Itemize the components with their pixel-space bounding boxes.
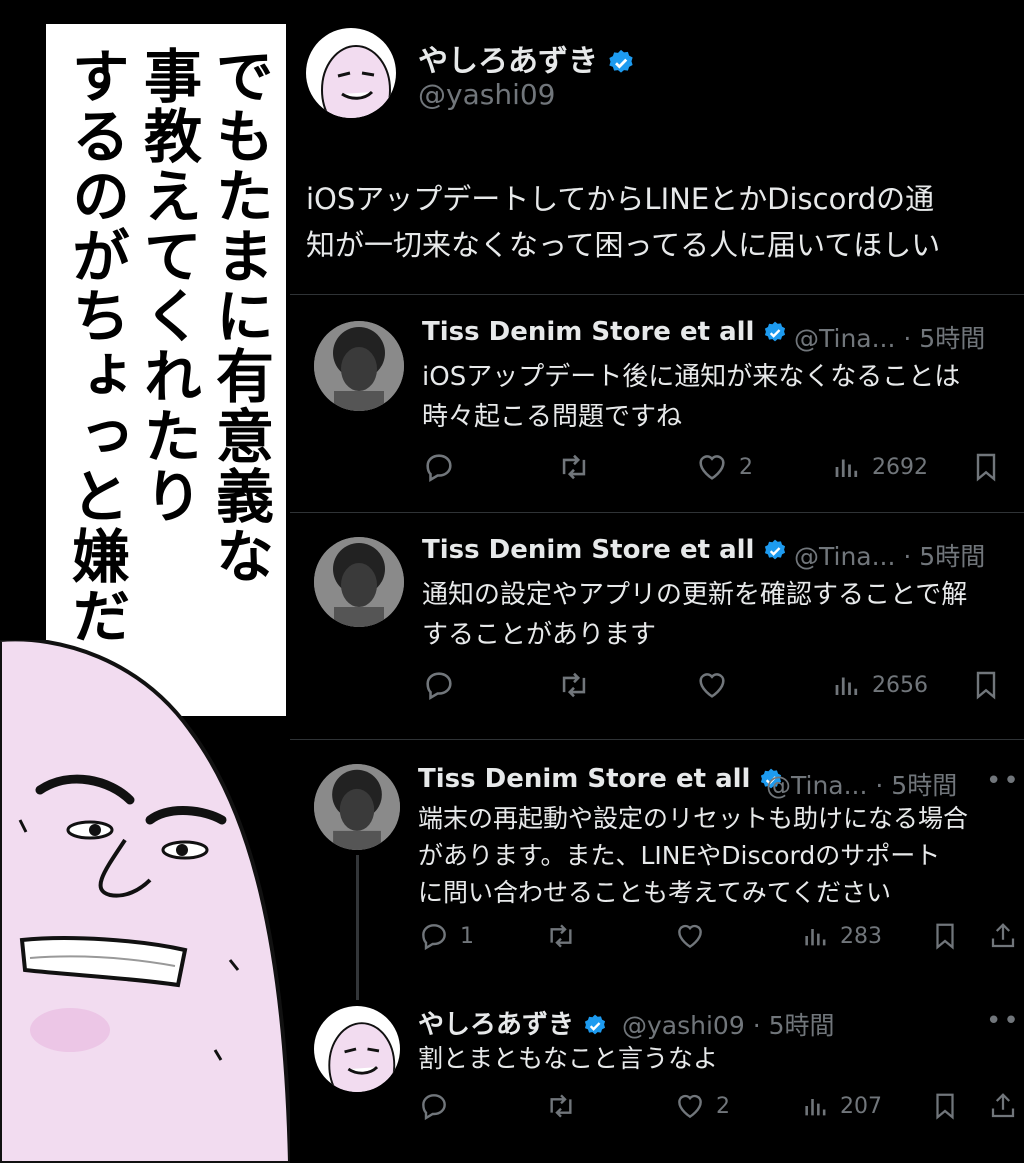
bookmark-button[interactable]: [970, 450, 1002, 484]
like-button[interactable]: 2: [674, 1090, 730, 1122]
like-button[interactable]: [674, 920, 716, 952]
bookmark-icon: [976, 453, 996, 482]
repost-icon: [562, 454, 586, 480]
like-icon: [699, 455, 725, 480]
views-icon: [805, 929, 826, 946]
views-icon: [835, 677, 858, 695]
like-icon: [699, 673, 725, 698]
bookmark-icon: [976, 671, 996, 700]
reply-text: 端末の再起動や設定のリセットも助けになる場合 があります。また、LINEやDis…: [418, 804, 969, 907]
verified-badge-icon: [765, 321, 786, 341]
share-button[interactable]: [988, 1090, 1018, 1122]
author-name[interactable]: やしろあずき: [418, 36, 636, 80]
verified-badge-icon: [584, 1014, 606, 1034]
bookmark-button[interactable]: [970, 668, 1002, 702]
reply-1[interactable]: Tiss Denim Store et all @Tina... · 5時間 i…: [290, 295, 1024, 513]
reply-icon: [426, 672, 452, 701]
views-button[interactable]: 207: [802, 1090, 882, 1122]
like-icon: [678, 924, 702, 949]
main-post: やしろあずき @yashi09 iOSアップデートしてからLINEとかDisco…: [290, 0, 1024, 295]
repost-button[interactable]: [544, 1090, 578, 1122]
verified-badge-icon: [765, 539, 786, 559]
avatar[interactable]: [314, 321, 404, 411]
bookmark-icon: [936, 1093, 954, 1120]
repost-button[interactable]: [556, 668, 592, 702]
reply-icon: [422, 1094, 446, 1121]
reply-icon: [426, 454, 452, 483]
character-illustration: [0, 640, 293, 1163]
repost-icon: [550, 924, 572, 948]
reply-3[interactable]: Tiss Denim Store et all @Tina... · 5時間 •…: [290, 740, 1024, 990]
views-icon: [835, 459, 858, 477]
reply-author-name[interactable]: Tiss Denim Store et all: [418, 764, 784, 794]
reply-text: iOSアップデート後に通知が来なくなることは 時々起こる問題ですね: [422, 362, 961, 432]
reply-button[interactable]: [418, 1090, 460, 1122]
avatar[interactable]: [314, 1006, 400, 1092]
like-button[interactable]: 2: [695, 450, 753, 484]
reply-author-name[interactable]: やしろあずき: [418, 1004, 608, 1041]
views-button[interactable]: 2656: [832, 668, 928, 702]
like-icon: [678, 1094, 702, 1119]
reply-button[interactable]: 1: [418, 920, 474, 952]
views-icon: [805, 1099, 826, 1116]
comic-caption: でもたまに有意義な 事教えてくれたり するのがちょっと嫌だ: [44, 22, 288, 718]
reply-author-name[interactable]: Tiss Denim Store et all: [422, 317, 788, 347]
post-text: iOSアップデートしてからLINEとかDiscordの通 知が一切来なくなって困…: [306, 182, 941, 262]
views-button[interactable]: 2692: [832, 450, 928, 484]
reply-meta[interactable]: @yashi09 · 5時間: [622, 1006, 835, 1042]
reply-button[interactable]: [422, 668, 466, 702]
reply-text: 通知の設定やアプリの更新を確認することで解 することがあります: [422, 580, 968, 650]
reply-author-name[interactable]: Tiss Denim Store et all: [422, 535, 788, 565]
avatar[interactable]: [314, 764, 400, 850]
repost-icon: [550, 1094, 572, 1118]
more-icon[interactable]: •••: [986, 1006, 1024, 1036]
reply-text: 割とまともなこと言うなよ: [418, 1044, 719, 1073]
bookmark-icon: [936, 923, 954, 950]
author-handle[interactable]: @yashi09: [418, 78, 555, 111]
more-icon[interactable]: •••: [986, 766, 1024, 796]
share-button[interactable]: [988, 920, 1018, 952]
reply-2[interactable]: Tiss Denim Store et all @Tina... · 5時間 通…: [290, 513, 1024, 740]
reply-meta[interactable]: @Tina... · 5時間: [794, 319, 985, 355]
repost-button[interactable]: [556, 450, 592, 484]
verified-badge-icon: [609, 49, 633, 73]
reply-4[interactable]: やしろあずき @yashi09 · 5時間 ••• 割とまともなこと言うなよ 2…: [290, 992, 1024, 1163]
like-button[interactable]: [695, 668, 739, 702]
reply-button[interactable]: [422, 450, 466, 484]
views-button[interactable]: 283: [802, 920, 882, 952]
bookmark-button[interactable]: [930, 920, 960, 952]
repost-icon: [562, 672, 586, 698]
share-icon: [991, 923, 1015, 948]
share-icon: [991, 1093, 1015, 1118]
bookmark-button[interactable]: [930, 1090, 960, 1122]
avatar[interactable]: [314, 537, 404, 627]
reply-icon: [422, 924, 446, 951]
repost-button[interactable]: [544, 920, 578, 952]
reply-meta[interactable]: @Tina... · 5時間: [766, 766, 957, 802]
avatar[interactable]: [306, 28, 396, 118]
reply-meta[interactable]: @Tina... · 5時間: [794, 537, 985, 573]
tweet-feed: やしろあずき @yashi09 iOSアップデートしてからLINEとかDisco…: [290, 0, 1024, 1163]
